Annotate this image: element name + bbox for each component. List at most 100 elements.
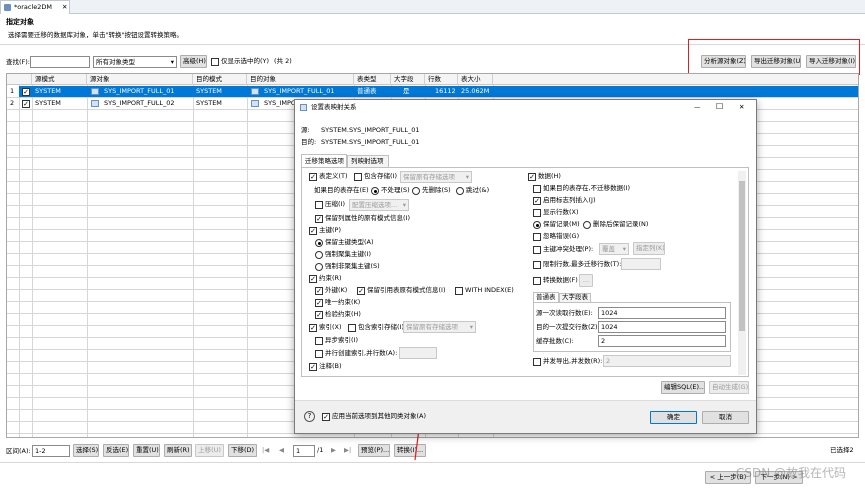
advanced-button[interactable]: 高级(H)	[180, 55, 207, 68]
tab-strategy[interactable]: 迁移策略选项	[301, 154, 347, 167]
commit-rows-input[interactable]: 1024	[598, 321, 726, 333]
delete-then-keep-radio[interactable]	[583, 221, 591, 229]
data-checkbox[interactable]: ✓	[528, 173, 536, 181]
parallel-index-checkbox[interactable]	[315, 350, 323, 358]
async-index-checkbox[interactable]	[315, 337, 323, 345]
move-down-button[interactable]: 下移(D)	[228, 444, 257, 457]
compress-options-select[interactable]: 配置压缩选项... ▾	[349, 199, 409, 211]
last-page-icon[interactable]: ▶|	[344, 446, 351, 455]
maximize-icon[interactable]: ☐	[716, 102, 723, 111]
minimize-icon[interactable]: —	[694, 103, 701, 112]
with-index-checkbox[interactable]	[455, 287, 463, 295]
keep-pk-type-radio[interactable]	[315, 239, 323, 247]
preview-button[interactable]: 预览(P)...	[358, 444, 390, 457]
export-objects-button[interactable]: 导出迁移对象(U)	[751, 55, 801, 68]
compress-checkbox[interactable]	[315, 201, 323, 209]
select-button[interactable]: 选择(S)	[73, 444, 99, 457]
move-up-button[interactable]: 上移(U)	[195, 444, 224, 457]
dialog-scrollbar[interactable]	[738, 171, 746, 375]
convert-data-checkbox[interactable]	[533, 277, 541, 285]
check-constraint-checkbox[interactable]: ✓	[315, 311, 323, 319]
table-row[interactable]: 1 ✓ SYSTEM SYS_IMPORT_FULL_01 SYSTEM SYS…	[7, 86, 858, 97]
col-size[interactable]: 表大小	[458, 74, 493, 85]
specify-column-button[interactable]: 指定列(K)	[633, 242, 665, 255]
primary-key-checkbox[interactable]: ✓	[309, 227, 317, 235]
only-selected-checkbox[interactable]	[211, 58, 219, 66]
cancel-button[interactable]: 取消	[702, 411, 749, 424]
parallel-index-input[interactable]	[399, 347, 437, 359]
skip-radio[interactable]	[456, 187, 464, 195]
invert-button[interactable]: 反选(E)	[103, 444, 129, 457]
read-rows-input[interactable]: 1024	[598, 307, 726, 319]
keep-ref-schema-checkbox[interactable]: ✓	[357, 287, 365, 295]
ok-button[interactable]: 确定	[650, 411, 697, 424]
chevron-down-icon: ▾	[469, 323, 473, 331]
prev-page-icon[interactable]: ◀	[279, 446, 284, 455]
comment-checkbox[interactable]: ✓	[309, 363, 317, 371]
cell-src-schema: SYSTEM	[35, 87, 61, 95]
col-dst-object[interactable]: 目的对象	[247, 74, 354, 85]
edit-sql-button[interactable]: 编辑SQL(E)...	[661, 381, 705, 394]
close-icon[interactable]: ✕	[739, 103, 744, 112]
scrollbar-thumb[interactable]	[739, 181, 745, 331]
convert-data-button[interactable]: ...	[579, 274, 593, 287]
search-input[interactable]	[30, 56, 90, 68]
no-migrate-checkbox[interactable]	[533, 185, 541, 193]
first-page-icon[interactable]: |◀	[262, 446, 269, 455]
keep-storage-select[interactable]: 保留原有存储选项 ▾	[400, 171, 472, 183]
keep-records-radio[interactable]	[533, 221, 541, 229]
constraints-checkbox[interactable]: ✓	[309, 275, 317, 283]
pk-conflict-select[interactable]: 覆盖 ▾	[599, 243, 629, 255]
constraints-label: 约束(R)	[319, 274, 342, 282]
row-checkbox[interactable]: ✓	[22, 99, 30, 108]
ignore-errors-label: 忽略错误(G)	[543, 232, 580, 240]
row-checkbox[interactable]: ✓	[22, 87, 30, 96]
index-checkbox[interactable]: ✓	[309, 324, 317, 332]
include-storage-checkbox[interactable]	[354, 173, 362, 181]
col-table-type[interactable]: 表类型	[354, 74, 391, 85]
import-objects-button[interactable]: 导入迁移对象(I)	[806, 55, 856, 68]
limit-rows-input[interactable]	[621, 258, 661, 270]
col-lob[interactable]: 大字段	[391, 74, 425, 85]
col-rows[interactable]: 行数	[425, 74, 458, 85]
analyze-source-button[interactable]: 分析源对象(Z)	[701, 55, 746, 68]
col-src-object[interactable]: 源对象	[87, 74, 193, 85]
foreign-key-checkbox[interactable]: ✓	[315, 287, 323, 295]
batch-input[interactable]: 2	[598, 335, 726, 347]
subtab-normal[interactable]: 普通表	[533, 292, 559, 302]
subtab-lob[interactable]: 大字段表	[559, 293, 591, 302]
help-icon[interactable]: ?	[304, 411, 315, 422]
parallel-export-checkbox[interactable]	[533, 358, 541, 366]
range-input[interactable]: 1-2	[32, 445, 70, 457]
range-label: 区间(A):	[6, 447, 31, 455]
cell-lob: 是	[403, 87, 410, 95]
limit-rows-checkbox[interactable]	[533, 261, 541, 269]
reset-button[interactable]: 重置(U)	[133, 444, 160, 457]
enable-identity-checkbox[interactable]: ✓	[533, 197, 541, 205]
next-page-icon[interactable]: ▶	[331, 446, 336, 455]
col-src-schema[interactable]: 源模式	[32, 74, 87, 85]
show-rows-label: 显示行数(X)	[543, 208, 579, 216]
keep-column-info-checkbox[interactable]: ✓	[315, 215, 323, 223]
table-def-checkbox[interactable]: ✓	[309, 173, 317, 181]
parallel-export-input[interactable]: 2	[603, 355, 731, 367]
page-input[interactable]: 1	[293, 445, 315, 457]
object-type-select[interactable]: 所有对象类型 ▾	[93, 56, 177, 68]
include-index-storage-checkbox[interactable]	[348, 324, 356, 332]
show-rows-checkbox[interactable]	[533, 209, 541, 217]
no-handle-radio[interactable]	[371, 187, 379, 195]
close-icon[interactable]: ✕	[62, 3, 67, 12]
keep-index-storage-select[interactable]: 保留原有存储选项 ▾	[403, 321, 476, 333]
col-dst-schema[interactable]: 目的模式	[193, 74, 247, 85]
unique-checkbox[interactable]: ✓	[315, 299, 323, 307]
editor-tab[interactable]: *oracle2DM ✕	[0, 0, 70, 14]
apply-all-checkbox[interactable]: ✓	[322, 413, 330, 421]
force-nonclustered-radio[interactable]	[315, 263, 323, 271]
auto-generate-button[interactable]: 自动生成(G)	[709, 381, 749, 394]
ignore-errors-checkbox[interactable]	[533, 233, 541, 241]
drop-first-radio[interactable]	[412, 187, 420, 195]
refresh-button[interactable]: 刷新(R)	[164, 444, 192, 457]
force-clustered-radio[interactable]	[315, 251, 323, 259]
pk-conflict-checkbox[interactable]	[533, 246, 541, 254]
tab-column-mapping[interactable]: 列映射选项	[347, 155, 389, 167]
